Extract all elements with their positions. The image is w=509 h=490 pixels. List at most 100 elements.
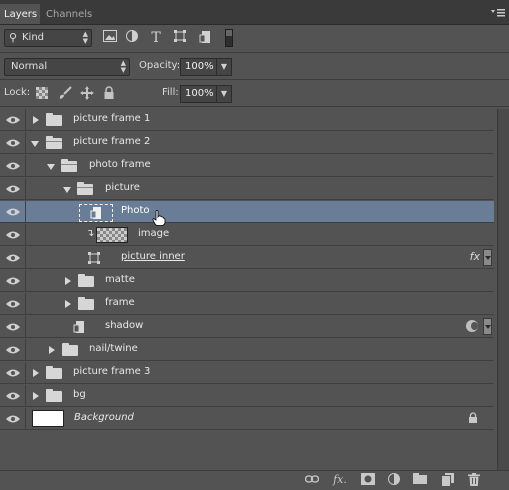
folder-icon [78,297,94,310]
layer-name: bg [73,389,86,400]
collapse-arrow-icon[interactable] [47,164,55,170]
opacity-dropdown-icon[interactable]: ▼ [216,59,231,75]
lock-all-icon[interactable] [102,86,116,100]
visibility-eye-icon[interactable] [0,109,26,131]
layer-row[interactable]: picture frame 1 [0,109,494,131]
visibility-eye-icon[interactable] [0,408,26,430]
folder-open-icon [61,159,77,172]
layer-row[interactable]: picture frame 3 [0,362,494,384]
image-filter-icon[interactable] [102,30,118,46]
panel-menu-icon[interactable] [491,8,505,18]
layer-mask-icon[interactable] [466,320,478,332]
adjustment-layer-icon[interactable] [386,473,402,487]
fill-dropdown-icon[interactable]: ▼ [216,86,231,102]
layer-row-selected[interactable]: Photo [0,201,494,223]
lock-row: Lock: Fill: 100% ▼ [0,81,509,107]
expand-arrow-icon[interactable] [33,116,39,124]
folder-icon [78,274,94,287]
expand-effects-arrow-icon[interactable] [483,318,492,335]
lock-icon [468,412,478,427]
layer-name: frame [105,297,135,308]
folder-icon [46,389,62,402]
layer-name: picture [105,182,140,193]
adjustment-filter-icon[interactable] [124,30,140,46]
smart-object-filter-icon[interactable] [197,30,213,46]
expand-arrow-icon[interactable] [33,369,39,377]
shape-filter-icon[interactable] [172,30,188,46]
expand-effects-arrow-icon[interactable] [483,249,492,266]
expand-arrow-icon[interactable] [65,277,71,285]
layer-row[interactable]: Background [0,408,494,430]
link-layers-icon[interactable] [304,473,320,487]
expand-arrow-icon[interactable] [49,346,55,354]
updown-arrows-icon: ▲ ▼ [120,59,126,74]
search-icon: ⚲ [9,31,18,44]
layer-thumbnail[interactable] [96,227,128,243]
visibility-eye-icon[interactable] [0,155,26,177]
folder-icon [46,113,62,126]
layer-row[interactable]: picture inner fx [0,247,494,269]
expand-arrow-icon[interactable] [33,392,39,400]
layer-row[interactable]: matte [0,270,494,292]
filter-row: ⚲ Kind ▲ ▼ T [0,25,509,53]
new-group-icon[interactable] [412,473,428,487]
layer-thumbnail[interactable] [79,204,113,222]
layer-thumbnail[interactable] [32,410,64,427]
lock-transparency-icon[interactable] [36,87,48,99]
fill-value: 100% [185,88,214,99]
layer-row[interactable]: shadow [0,316,494,338]
layer-row[interactable]: bg [0,385,494,407]
smart-object-icon[interactable] [73,320,85,337]
blend-mode-value: Normal [11,61,48,72]
add-mask-icon[interactable] [360,473,376,487]
opacity-field[interactable]: 100% ▼ [180,58,232,76]
collapse-arrow-icon[interactable] [31,141,39,147]
tab-bar: Layers Channels [0,0,509,25]
visibility-eye-icon[interactable] [0,178,26,200]
fill-field[interactable]: 100% ▼ [180,85,232,103]
delete-layer-icon[interactable] [466,473,482,487]
layer-row[interactable]: nail/twine [0,339,494,361]
visibility-eye-icon[interactable] [0,201,26,223]
folder-open-icon [77,182,93,195]
visibility-eye-icon[interactable] [0,339,26,361]
visibility-eye-icon[interactable] [0,247,26,269]
visibility-eye-icon[interactable] [0,132,26,154]
visibility-eye-icon[interactable] [0,362,26,384]
new-layer-icon[interactable] [440,473,456,487]
blend-mode-select[interactable]: Normal ▲ ▼ [4,58,130,76]
layer-name: Background [74,412,134,423]
filter-toggle-switch[interactable] [225,29,233,47]
layer-row[interactable]: ↴ image [0,224,494,246]
shape-layer-icon[interactable] [88,252,100,267]
layer-name: picture frame 2 [73,136,151,147]
layer-row[interactable]: picture frame 2 [0,132,494,154]
lock-pixels-brush-icon[interactable] [58,86,72,100]
lock-position-move-icon[interactable] [80,86,94,100]
layer-name: Photo [121,205,150,216]
layer-row[interactable]: picture [0,178,494,200]
kind-filter-select[interactable]: ⚲ Kind ▲ ▼ [4,29,92,47]
tab-layers[interactable]: Layers [0,4,40,24]
visibility-eye-icon[interactable] [0,270,26,292]
fx-effects-icon[interactable]: fx [470,250,480,263]
visibility-eye-icon[interactable] [0,385,26,407]
clipping-mask-arrow-icon: ↴ [86,228,95,239]
lock-label: Lock: [4,87,31,98]
visibility-eye-icon[interactable] [0,224,26,246]
collapse-arrow-icon[interactable] [63,187,71,193]
visibility-eye-icon[interactable] [0,293,26,315]
expand-arrow-icon[interactable] [65,300,71,308]
fx-icon[interactable]: fx. [332,473,348,487]
fill-label: Fill: [162,87,179,98]
tab-channels[interactable]: Channels [46,4,92,24]
layer-row[interactable]: photo frame [0,155,494,177]
layer-row[interactable]: frame [0,293,494,315]
layers-list: picture frame 1 picture frame 2 photo fr… [0,109,497,430]
layer-name: nail/twine [89,343,138,354]
type-filter-icon[interactable]: T [148,30,164,46]
visibility-eye-icon[interactable] [0,316,26,338]
layers-scrollbar[interactable] [497,109,509,471]
layer-name: image [138,228,170,239]
folder-icon [46,366,62,379]
